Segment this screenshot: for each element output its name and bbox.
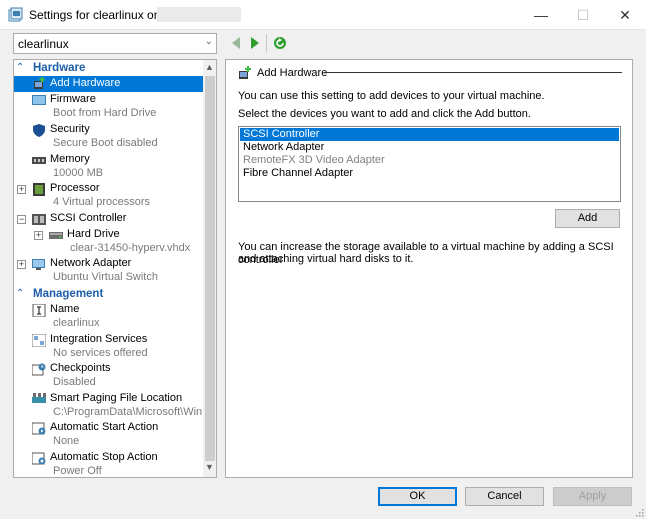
auto-stop-icon: [32, 452, 46, 465]
processor-icon: [33, 183, 45, 196]
info-text-line-2: and attaching virtual hard disks to it.: [238, 253, 414, 265]
add-hardware-icon: [239, 66, 251, 79]
sidebar-item-label: Firmware: [50, 93, 96, 105]
ok-button[interactable]: OK: [378, 487, 457, 506]
settings-tree[interactable]: ⌃ Hardware Add Hardware Firmware Boot fr…: [13, 59, 217, 478]
firmware-icon: [32, 95, 46, 105]
maximize-button[interactable]: ☐: [560, 0, 606, 30]
sidebar-item-label: Automatic Stop Action: [50, 451, 158, 463]
sidebar-item-label: Memory: [50, 153, 90, 165]
sidebar-item-label: Checkpoints: [50, 362, 111, 374]
sidebar-item-label: Name: [50, 303, 80, 315]
sidebar-item-detail: Disabled: [53, 376, 96, 388]
add-hardware-icon: [34, 77, 45, 89]
sidebar-item-detail: clear-31450-hyperv.vhdx: [70, 242, 191, 254]
sidebar-item-label: Integration Services: [50, 333, 148, 345]
chevron-down-icon: ⌄: [204, 36, 213, 47]
sidebar-item-automatic-start[interactable]: Automatic Start Action None: [14, 421, 203, 450]
sidebar-item-detail: Boot from Hard Drive: [53, 107, 157, 119]
collapse-chevron-icon[interactable]: ⌃: [16, 288, 26, 300]
sidebar-item-label: Hard Drive: [67, 228, 120, 240]
add-hardware-panel: Add Hardware You can use this setting to…: [225, 59, 633, 478]
integration-services-icon: [32, 334, 46, 347]
collapse-chevron-icon[interactable]: ⌃: [16, 62, 26, 74]
intro-text: You can use this setting to add devices …: [238, 90, 545, 102]
select-prompt: Select the devices you want to add and c…: [238, 108, 531, 120]
sidebar-item-network-adapter[interactable]: + Network Adapter Ubuntu Virtual Switch: [14, 257, 203, 286]
sidebar-item-firmware[interactable]: Firmware Boot from Hard Drive: [14, 93, 203, 122]
shield-icon: [33, 124, 45, 137]
expand-toggle[interactable]: +: [17, 260, 26, 269]
section-management[interactable]: ⌃ Management: [14, 287, 203, 302]
vm-select-dropdown[interactable]: clearlinux ⌄: [13, 33, 217, 54]
redacted-host-name: [157, 7, 241, 22]
name-icon: [32, 304, 46, 317]
sidebar-item-detail: Power Off: [53, 465, 102, 477]
sidebar-item-detail: C:\ProgramData\Microsoft\Win...: [53, 406, 212, 418]
sidebar-item-detail: 10000 MB: [53, 167, 104, 179]
section-label: Management: [33, 288, 104, 300]
sidebar-item-detail: clearlinux: [53, 317, 100, 329]
device-option-fibre-channel[interactable]: Fibre Channel Adapter: [240, 167, 619, 180]
sidebar-item-label: Automatic Start Action: [50, 421, 159, 433]
settings-app-icon: [8, 7, 23, 22]
sidebar-item-smart-paging[interactable]: Smart Paging File Location C:\ProgramDat…: [14, 392, 211, 421]
resize-grip-icon[interactable]: [634, 507, 644, 517]
sidebar-item-hard-drive[interactable]: + Hard Drive clear-31450-hyperv.vhdx: [14, 228, 203, 257]
vm-select-value: clearlinux: [18, 37, 69, 51]
hard-drive-icon: [49, 232, 63, 239]
sidebar-item-integration-services[interactable]: Integration Services No services offered: [14, 333, 203, 362]
sidebar-item-label: Smart Paging File Location: [50, 392, 183, 404]
sidebar-item-label: Add Hardware: [50, 77, 121, 89]
device-option-network-adapter[interactable]: Network Adapter: [240, 141, 619, 154]
sidebar-item-processor[interactable]: + Processor 4 Virtual processors: [14, 182, 203, 211]
refresh-icon[interactable]: [272, 35, 288, 51]
sidebar-item-name[interactable]: Name clearlinux: [14, 303, 203, 332]
heading-divider: [324, 72, 622, 73]
memory-icon: [32, 157, 46, 164]
back-arrow-icon[interactable]: [228, 35, 244, 51]
network-adapter-icon: [32, 259, 45, 270]
minimize-button[interactable]: —: [518, 0, 564, 30]
sidebar-item-label: Network Adapter: [50, 257, 132, 269]
scroll-down-arrow-icon[interactable]: ▼: [205, 462, 214, 472]
panel-heading: Add Hardware: [257, 67, 328, 79]
device-option-scsi-controller[interactable]: SCSI Controller: [240, 128, 619, 141]
add-button[interactable]: Add: [555, 209, 620, 228]
section-label: Hardware: [33, 62, 86, 74]
device-option-remotefx: RemoteFX 3D Video Adapter: [243, 154, 385, 166]
sidebar-item-add-hardware[interactable]: Add Hardware: [14, 76, 203, 92]
sidebar-item-detail: Ubuntu Virtual Switch: [53, 271, 158, 283]
sidebar-item-memory[interactable]: Memory 10000 MB: [14, 153, 203, 182]
scrollbar-thumb[interactable]: [205, 76, 215, 461]
sidebar-item-automatic-stop[interactable]: Automatic Stop Action Power Off: [14, 451, 203, 477]
sidebar-item-detail: 4 Virtual processors: [53, 196, 151, 208]
sidebar-item-checkpoints[interactable]: Checkpoints Disabled: [14, 362, 203, 391]
sidebar-item-label: Security: [50, 123, 90, 135]
expand-toggle[interactable]: +: [34, 231, 43, 240]
forward-arrow-icon[interactable]: [247, 35, 263, 51]
close-button[interactable]: ✕: [602, 0, 646, 30]
sidebar-item-detail: None: [53, 435, 80, 447]
sidebar-item-scsi-controller[interactable]: − SCSI Controller: [14, 212, 203, 228]
apply-button: Apply: [553, 487, 632, 506]
tree-scrollbar[interactable]: ▲ ▼: [203, 60, 216, 477]
sidebar-item-detail: Secure Boot disabled: [53, 137, 158, 149]
smart-paging-icon: [32, 393, 46, 403]
sidebar-item-label: Processor: [50, 182, 100, 194]
auto-start-icon: [32, 422, 46, 435]
toolbar-separator: [266, 34, 267, 52]
sidebar-item-detail: No services offered: [53, 347, 148, 359]
scroll-up-arrow-icon[interactable]: ▲: [205, 62, 214, 72]
title-bar: Settings for clearlinux on DE — ☐ ✕: [0, 0, 646, 30]
scsi-controller-icon: [32, 214, 46, 225]
checkpoints-icon: [32, 363, 46, 376]
sidebar-item-security[interactable]: Security Secure Boot disabled: [14, 123, 203, 152]
expand-toggle[interactable]: +: [17, 185, 26, 194]
sidebar-item-label: SCSI Controller: [50, 212, 127, 224]
collapse-toggle[interactable]: −: [17, 215, 26, 224]
cancel-button[interactable]: Cancel: [465, 487, 544, 506]
device-listbox[interactable]: SCSI Controller Network Adapter RemoteFX…: [238, 126, 621, 202]
section-hardware[interactable]: ⌃ Hardware: [14, 61, 203, 76]
